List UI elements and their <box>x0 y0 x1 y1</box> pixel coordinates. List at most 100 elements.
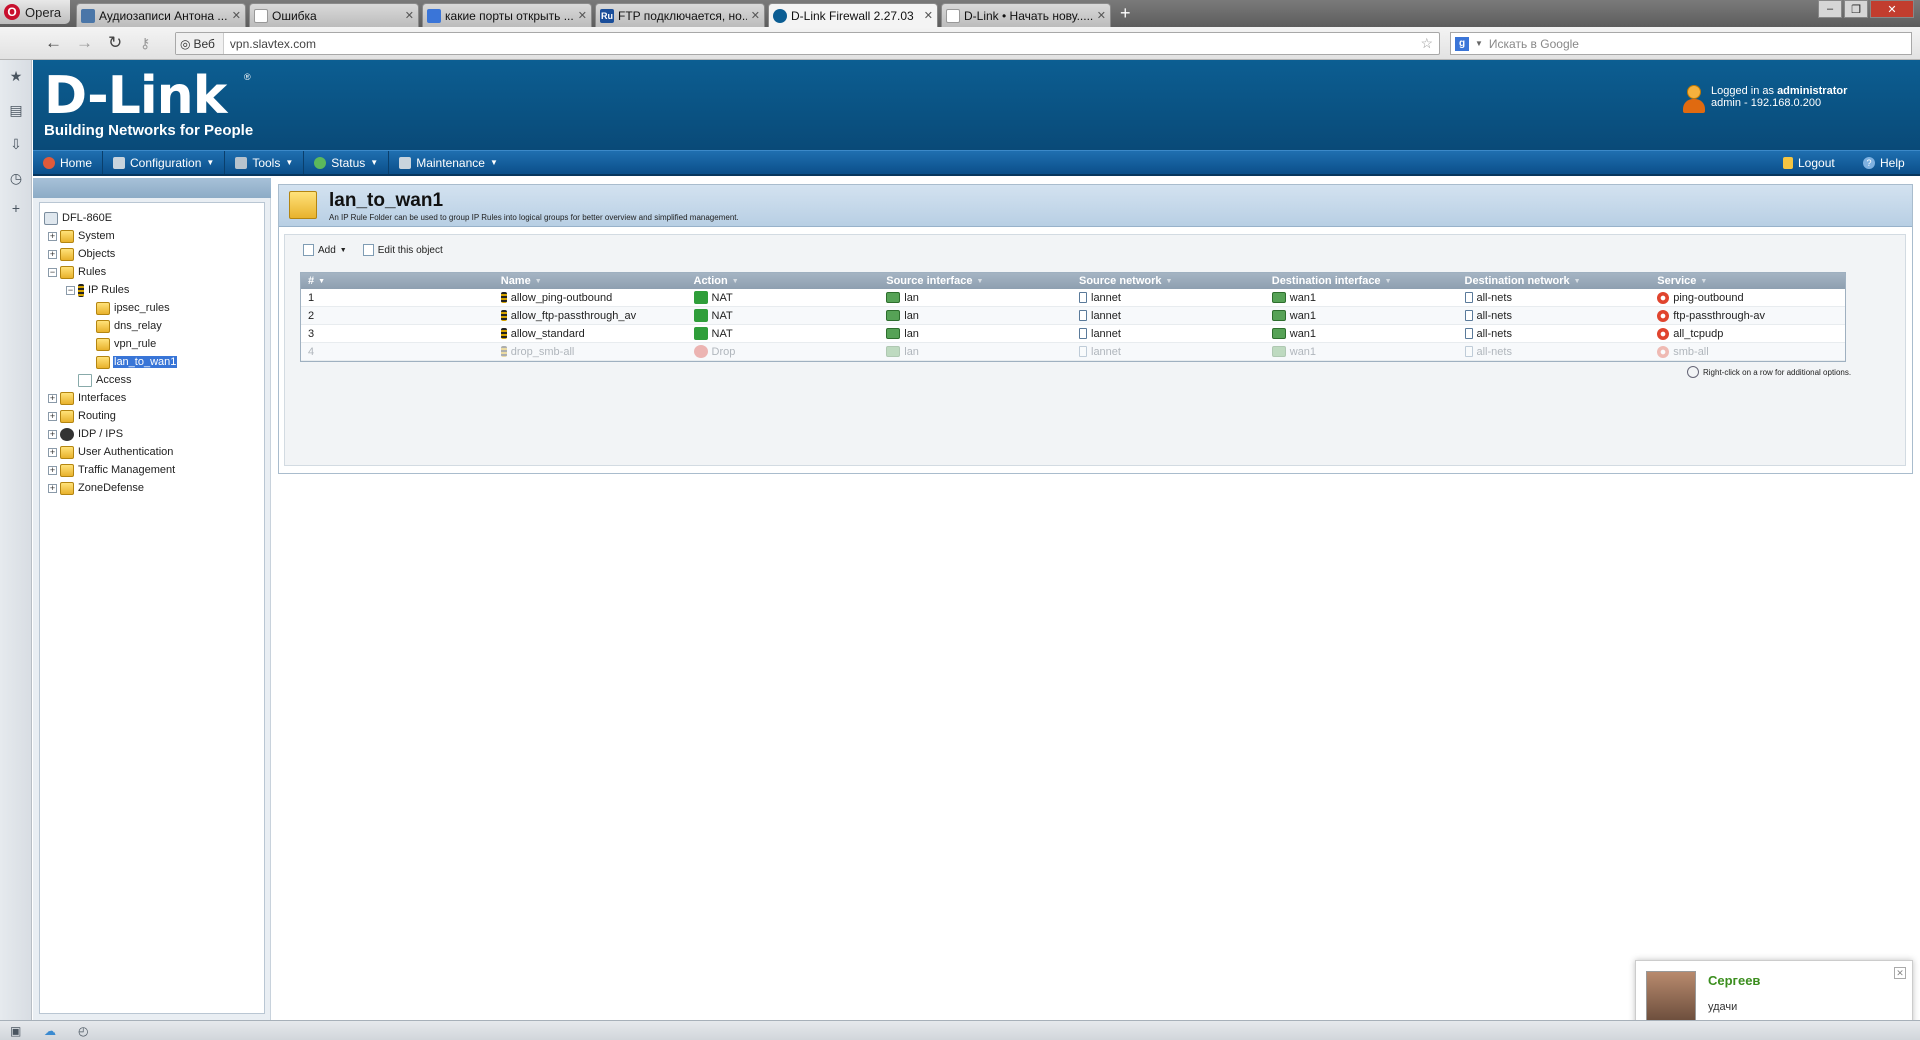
add-panel-icon[interactable]: + <box>8 200 24 216</box>
tab-close-icon[interactable]: ✕ <box>1097 9 1106 22</box>
notes-icon[interactable]: ▤ <box>8 102 24 118</box>
hint-text: Right-click on a row for additional opti… <box>1703 367 1852 377</box>
dropdown-arrow-icon[interactable]: ▼ <box>1475 39 1483 48</box>
key-icon[interactable]: ⚷ <box>140 35 150 52</box>
reload-icon[interactable]: ↻ <box>108 33 122 53</box>
notification-close-icon[interactable]: ✕ <box>1894 967 1906 979</box>
bookmark-star-icon[interactable]: ☆ <box>1420 35 1433 52</box>
tree-item-objects[interactable]: + Objects <box>44 245 260 263</box>
column-header-source-network[interactable]: Source network ▼ <box>1072 275 1265 287</box>
chevron-down-icon: ▼ <box>339 246 347 254</box>
maximize-icon[interactable]: ❐ <box>1844 0 1868 18</box>
avatar <box>1646 971 1696 1023</box>
table-row[interactable]: 2 allow_ftp-passthrough_av NAT lan lanne… <box>301 307 1845 325</box>
tab-close-icon[interactable]: ✕ <box>232 9 241 22</box>
menu-maintenance[interactable]: Maintenance ▼ <box>389 151 508 174</box>
collapse-icon[interactable]: − <box>66 285 75 295</box>
column-header-service[interactable]: Service ▼ <box>1650 275 1845 287</box>
tree-item-system[interactable]: + System <box>44 227 260 245</box>
new-tab-plus-icon[interactable]: + <box>1120 3 1131 23</box>
tree-item-routing[interactable]: + Routing <box>44 407 260 425</box>
speed-dial-gauge-icon[interactable]: ◴ <box>78 1024 88 1038</box>
tree-item-interfaces[interactable]: + Interfaces <box>44 389 260 407</box>
tree-item-dns-relay[interactable]: dns_relay <box>44 317 260 335</box>
tab-close-icon[interactable]: ✕ <box>751 9 760 22</box>
tab-close-icon[interactable]: ✕ <box>405 9 414 22</box>
destination-interface: wan1 <box>1289 345 1317 358</box>
browser-tab-3[interactable]: какие порты открыть ... ✕ <box>422 3 592 27</box>
table-row[interactable]: 1 allow_ping-outbound NAT lan lannet wan… <box>301 289 1845 307</box>
destination-network: all-nets <box>1476 291 1512 304</box>
opera-menu-button[interactable]: O Opera <box>0 0 70 24</box>
history-clock-icon[interactable]: ◷ <box>8 170 24 186</box>
menu-tools[interactable]: Tools ▼ <box>225 151 305 174</box>
network-icon <box>1079 310 1087 321</box>
column-header-action[interactable]: Action ▼ <box>687 275 880 287</box>
web-badge[interactable]: ◎ Веб <box>176 33 224 54</box>
tab-close-icon[interactable]: ✕ <box>578 9 587 22</box>
tree-item-access[interactable]: Access <box>44 371 260 389</box>
expand-icon[interactable]: + <box>48 465 57 475</box>
opera-unite-cloud-icon[interactable]: ☁ <box>44 1024 56 1038</box>
expand-icon[interactable]: + <box>48 447 57 457</box>
rule-name-cell: drop_smb-all <box>494 346 687 358</box>
minimize-icon[interactable]: – <box>1818 0 1842 18</box>
menu-status[interactable]: Status ▼ <box>304 151 390 174</box>
expand-icon[interactable]: + <box>48 483 57 493</box>
search-field[interactable]: g ▼ Искать в Google <box>1450 32 1912 55</box>
tab-close-icon[interactable]: ✕ <box>924 9 933 22</box>
tree-item-user-authentication[interactable]: + User Authentication <box>44 443 260 461</box>
column-header-destination-interface[interactable]: Destination interface ▼ <box>1265 275 1458 287</box>
back-arrow-icon[interactable]: ← <box>45 33 62 53</box>
browser-tab-5-active[interactable]: D-Link Firewall 2.27.03 ✕ <box>768 3 938 27</box>
column-header-source-interface[interactable]: Source interface ▼ <box>879 275 1072 287</box>
browser-tab-6[interactable]: D-Link • Начать нову...... ✕ <box>941 3 1111 27</box>
tree-item-ip-rules[interactable]: − IP Rules <box>44 281 260 299</box>
browser-tab-2[interactable]: Ошибка ✕ <box>249 3 419 27</box>
expand-icon[interactable]: + <box>48 393 57 403</box>
expand-icon[interactable]: + <box>48 429 57 439</box>
column-header-number[interactable]: # ▼ <box>301 275 494 287</box>
expand-icon[interactable]: + <box>48 231 57 241</box>
tree-item-zonedefense[interactable]: + ZoneDefense <box>44 479 260 497</box>
browser-tab-1[interactable]: Аудиозаписи Антона ... ✕ <box>76 3 246 27</box>
interface-icon <box>1271 292 1286 303</box>
browser-tab-4[interactable]: Ru FTP подключается, но... ✕ <box>595 3 765 27</box>
edit-object-button[interactable]: Edit this object <box>362 244 443 256</box>
tree-root[interactable]: DFL-860E <box>44 209 260 227</box>
add-label: Add <box>318 244 336 256</box>
table-row-disabled[interactable]: 4 drop_smb-all Drop lan lannet wan1 all-… <box>301 343 1845 361</box>
traffic-light-icon <box>500 346 507 357</box>
bookmarks-star-icon[interactable]: ★ <box>8 68 24 84</box>
tree-item-lan-to-wan1[interactable]: lan_to_wan1 <box>44 353 260 371</box>
column-label: # <box>308 275 315 287</box>
column-header-destination-network[interactable]: Destination network ▼ <box>1458 275 1651 287</box>
table-row[interactable]: 3 allow_standard NAT lan lannet wan1 all… <box>301 325 1845 343</box>
menu-home[interactable]: Home <box>33 151 104 174</box>
menu-label: Status <box>331 155 366 170</box>
tree-item-idp-ips[interactable]: + IDP / IPS <box>44 425 260 443</box>
interface-icon <box>1271 346 1286 357</box>
forward-arrow-icon[interactable]: → <box>76 33 93 53</box>
tree-label: Rules <box>78 266 107 278</box>
sort-icon: ▼ <box>976 277 984 285</box>
expand-icon[interactable]: + <box>48 249 57 259</box>
destination-interface: wan1 <box>1289 291 1317 304</box>
add-button[interactable]: Add ▼ <box>303 244 347 256</box>
tree-item-vpn-rule[interactable]: vpn_rule <box>44 335 260 353</box>
tree-item-rules[interactable]: − Rules <box>44 263 260 281</box>
help-link[interactable]: ? Help <box>1863 151 1905 174</box>
menu-configuration[interactable]: Configuration ▼ <box>103 151 226 174</box>
page-favicon-icon <box>254 8 268 23</box>
collapse-icon[interactable]: − <box>48 267 57 277</box>
column-header-name[interactable]: Name ▼ <box>494 275 687 287</box>
address-field[interactable]: ◎ Веб vpn.slavtex.com ☆ <box>175 32 1440 55</box>
sort-icon: ▼ <box>1384 277 1392 285</box>
panel-toggle-icon[interactable]: ▣ <box>10 1024 21 1038</box>
window-close-icon[interactable]: ✕ <box>1870 0 1914 18</box>
logout-link[interactable]: Logout <box>1783 151 1835 174</box>
expand-icon[interactable]: + <box>48 411 57 421</box>
tree-item-ipsec-rules[interactable]: ipsec_rules <box>44 299 260 317</box>
tree-item-traffic-management[interactable]: + Traffic Management <box>44 461 260 479</box>
downloads-icon[interactable]: ⇩ <box>8 136 24 152</box>
